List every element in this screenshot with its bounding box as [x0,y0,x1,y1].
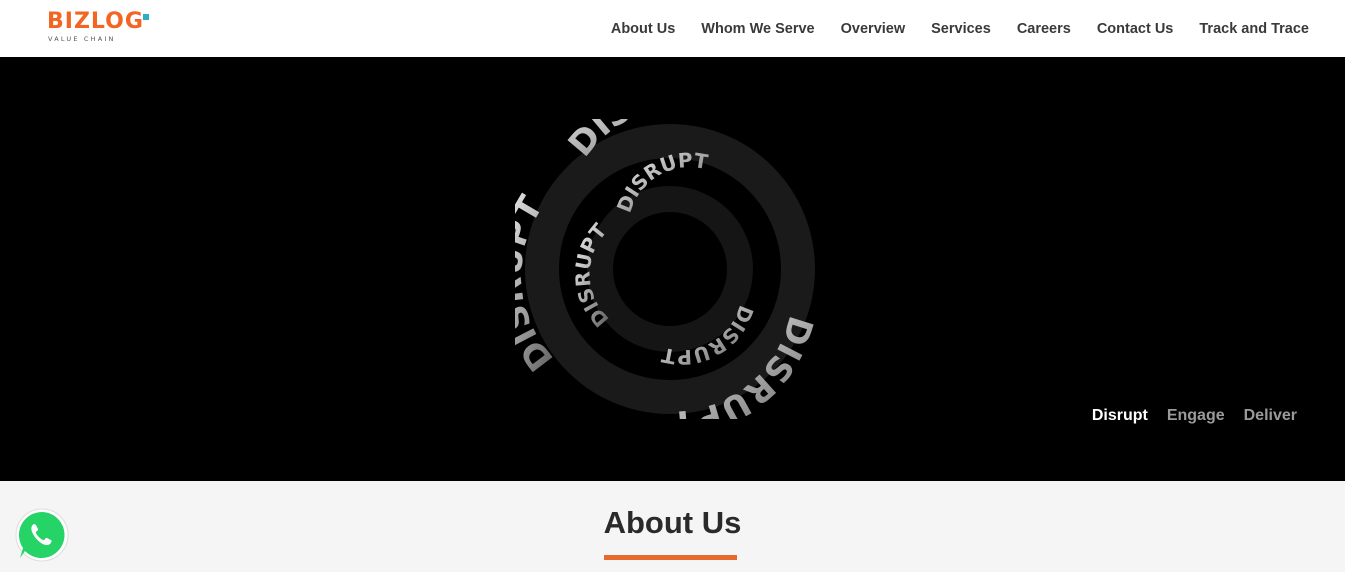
main-nav: About Us Whom We Serve Overview Services… [611,0,1309,57]
site-header: BIZLOG VALUE CHAIN About Us Whom We Serv… [0,0,1345,57]
logo-tagline: VALUE CHAIN [48,35,116,43]
logo-accent-square [143,14,149,20]
brand-logo[interactable]: BIZLOG VALUE CHAIN [47,10,162,46]
tab-engage[interactable]: Engage [1167,407,1225,425]
hero-tabs: Disrupt Engage Deliver [1073,407,1297,425]
about-heading-underline [604,555,737,560]
nav-overview[interactable]: Overview [841,21,906,37]
logo-wordmark: BIZLOG [47,9,144,34]
nav-services[interactable]: Services [931,21,991,37]
tab-deliver[interactable]: Deliver [1244,407,1297,425]
about-heading: About Us [603,505,742,540]
hero-banner: DISRUPT DISRUPT DISRUPT DISRUPT DISRUPT … [0,57,1345,481]
nav-track-and-trace[interactable]: Track and Trace [1199,21,1309,37]
whatsapp-icon[interactable] [13,506,71,564]
nav-whom-we-serve[interactable]: Whom We Serve [701,21,814,37]
about-section: About Us [0,481,1345,572]
nav-about-us[interactable]: About Us [611,21,675,37]
disrupt-swirl-graphic: DISRUPT DISRUPT DISRUPT DISRUPT DISRUPT … [515,119,820,419]
nav-careers[interactable]: Careers [1017,21,1071,37]
nav-contact-us[interactable]: Contact Us [1097,21,1174,37]
tab-disrupt[interactable]: Disrupt [1092,407,1148,425]
